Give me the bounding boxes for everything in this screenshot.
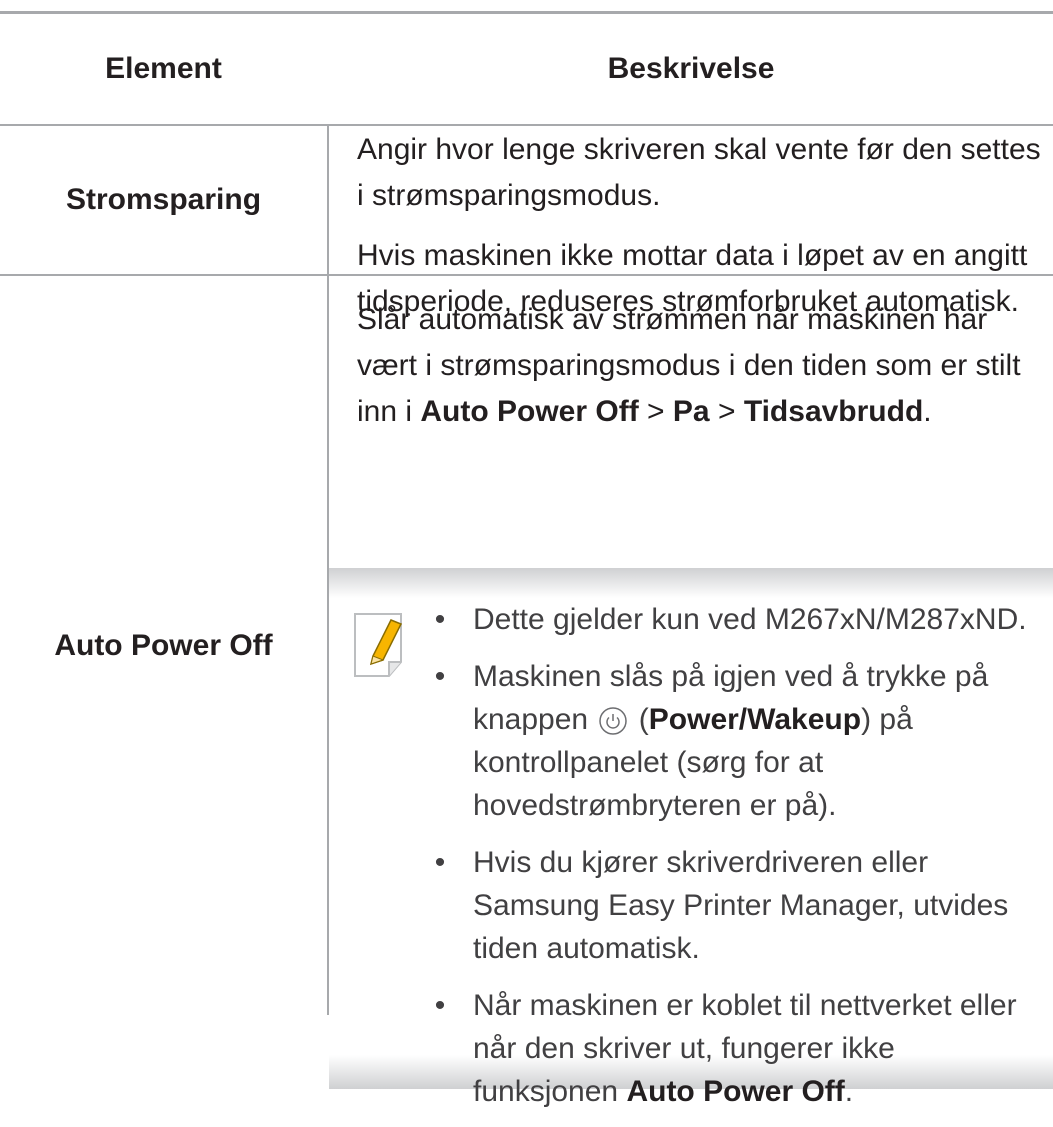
settings-table: Element Beskrivelse Stromsparing Angir h… bbox=[0, 0, 1053, 1108]
path-separator: > bbox=[638, 395, 673, 428]
bullet: • bbox=[434, 660, 446, 693]
row-auto-power-off-description: Slår automatisk av strømmen når maskinen… bbox=[357, 297, 1042, 435]
auto-power-off-label: Auto Power Off bbox=[626, 1075, 845, 1108]
bullet: • bbox=[434, 989, 446, 1022]
note-item: • Når maskinen er koblet til nettverket e… bbox=[425, 984, 1045, 1113]
note-item-text: . bbox=[844, 1075, 854, 1108]
note-item: • Dette gjelder kun ved M267xN/M287xND. bbox=[425, 598, 1045, 641]
description-paragraph: Slår automatisk av strømmen når maskinen… bbox=[357, 297, 1042, 435]
power-wakeup-label: Power/Wakeup bbox=[648, 703, 862, 736]
header-element: Element bbox=[105, 52, 222, 85]
note-item: • Hvis du kjører skriverdriveren eller Sa… bbox=[425, 841, 1045, 970]
intro-end: . bbox=[923, 395, 932, 428]
row-stromsparing-description: Angir hvor lenge skriveren skal vente fø… bbox=[357, 127, 1042, 325]
bullet: • bbox=[434, 846, 446, 879]
description-paragraph: Angir hvor lenge skriveren skal vente fø… bbox=[357, 133, 1041, 212]
menu-path-pa: Pa bbox=[672, 395, 710, 428]
menu-path-auto-power-off: Auto Power Off bbox=[420, 395, 639, 428]
path-separator: > bbox=[709, 395, 744, 428]
table-header-row: Element Beskrivelse bbox=[0, 14, 1053, 124]
note-box: • Dette gjelder kun ved M267xN/M287xND. •… bbox=[329, 568, 1053, 1108]
menu-path-tidsavbrudd: Tidsavbrudd bbox=[743, 395, 924, 428]
note-list: • Dette gjelder kun ved M267xN/M287xND. •… bbox=[425, 598, 1045, 1127]
note-pencil-icon bbox=[354, 613, 403, 677]
row-stromsparing-element: Stromsparing bbox=[65, 183, 262, 216]
header-description: Beskrivelse bbox=[607, 52, 775, 85]
power-icon bbox=[599, 707, 628, 735]
row-auto-power-off-element: Auto Power Off bbox=[54, 628, 273, 662]
note-item: • Maskinen slås på igjen ved å trykke på … bbox=[425, 655, 1045, 827]
note-item-text: Dette gjelder kun ved M267xN/M287xND. bbox=[473, 603, 1027, 636]
note-item-text: ( bbox=[630, 703, 649, 736]
note-item-text: Hvis du kjører skriverdriveren eller Sam… bbox=[473, 846, 1009, 965]
bullet: • bbox=[434, 603, 446, 636]
